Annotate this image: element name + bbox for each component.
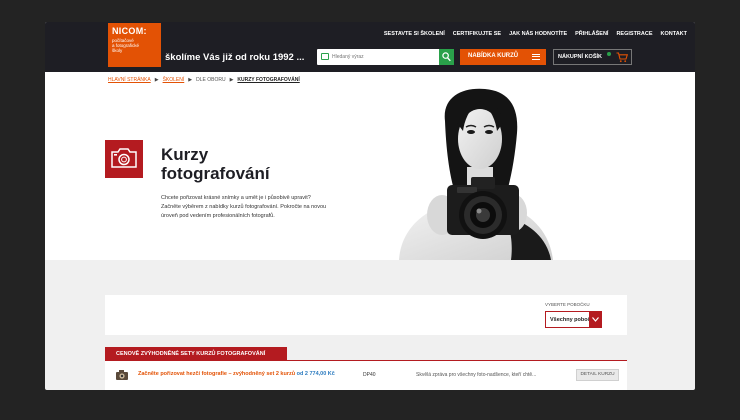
logo[interactable]: NICOM: počítačové a fotografické školy bbox=[108, 23, 161, 67]
hero-section: HLAVNÍ STRÁNKA ▶ ŠKOLENÍ ▶ DLE OBORU ▶ K… bbox=[45, 72, 695, 260]
menu-icon bbox=[532, 54, 540, 60]
logo-subtitle: počítačové a fotografické školy bbox=[112, 38, 140, 53]
cart-label: NÁKUPNÍ KOŠÍK bbox=[558, 54, 603, 60]
logo-name: NICOM: bbox=[112, 26, 147, 36]
breadcrumb-trainings[interactable]: ŠKOLENÍ bbox=[163, 77, 185, 83]
table-row: Začněte pořizovat hezčí fotografie – zvý… bbox=[105, 361, 627, 390]
document-icon bbox=[321, 53, 329, 60]
course-set-description: Skvělá zpráva pro všechny foto-nadšence,… bbox=[416, 372, 537, 378]
top-navigation: SESTAVTE SI ŠKOLENÍ CERTIFIKUJTE SE JAK … bbox=[384, 31, 687, 37]
cart-icon bbox=[616, 52, 628, 63]
course-set-title[interactable]: Začněte pořizovat hezčí fotografie – zvý… bbox=[138, 371, 335, 377]
breadcrumb-current[interactable]: KURZY FOTOGRAFOVÁNÍ bbox=[237, 77, 299, 83]
photographer-photo bbox=[399, 88, 553, 260]
search-input[interactable] bbox=[332, 51, 432, 63]
course-offer-button[interactable]: NABÍDKA KURZŮ bbox=[460, 49, 546, 65]
nav-register[interactable]: REGISTRACE bbox=[616, 31, 652, 37]
page-intro: Chcete pořizovat krásné snímky a umět je… bbox=[161, 195, 327, 219]
nav-reviews[interactable]: JAK NÁS HODNOTÍTE bbox=[509, 31, 567, 37]
nav-contact[interactable]: KONTAKT bbox=[661, 31, 687, 37]
course-detail-button[interactable]: DETAIL KURZU bbox=[576, 369, 619, 381]
search-button[interactable] bbox=[439, 49, 454, 65]
cart-badge bbox=[607, 52, 611, 56]
camera-icon bbox=[111, 148, 137, 168]
course-set-thumbnail bbox=[116, 370, 128, 380]
chevron-down-icon bbox=[592, 317, 599, 322]
breadcrumb-home[interactable]: HLAVNÍ STRÁNKA bbox=[108, 77, 151, 83]
slogan: školíme Vás již od roku 1992 ... bbox=[165, 52, 305, 63]
course-sets-tab[interactable]: CENOVĚ ZVÝHODNĚNÉ SETY KURZŮ FOTOGRAFOVÁ… bbox=[105, 347, 287, 361]
branch-select[interactable]: Všechny pobočky bbox=[545, 311, 602, 328]
branch-select-toggle[interactable] bbox=[589, 311, 602, 328]
nav-login[interactable]: PŘIHLÁŠENÍ bbox=[575, 31, 608, 37]
branch-filter-panel: VYBERTE POBOČKU Všechny pobočky bbox=[105, 295, 627, 335]
browser-viewport: NICOM: počítačové a fotografické školy š… bbox=[45, 22, 695, 390]
page-title: Kurzy fotografování bbox=[161, 145, 270, 183]
breadcrumb: HLAVNÍ STRÁNKA ▶ ŠKOLENÍ ▶ DLE OBORU ▶ K… bbox=[108, 77, 300, 83]
course-offer-label: NABÍDKA KURZŮ bbox=[468, 53, 519, 59]
nav-certify[interactable]: CERTIFIKUJTE SE bbox=[453, 31, 501, 37]
breadcrumb-arrow-icon: ▶ bbox=[188, 77, 193, 83]
branch-filter-label: VYBERTE POBOČKU bbox=[545, 302, 590, 307]
course-set-name: Začněte pořizovat hezčí fotografie – zvý… bbox=[138, 371, 296, 377]
site-header: NICOM: počítačové a fotografické školy š… bbox=[45, 22, 695, 72]
course-set-price: od 2 774,00 Kč bbox=[296, 371, 335, 377]
search-box bbox=[317, 49, 454, 65]
course-sets-tab-label: CENOVĚ ZVÝHODNĚNÉ SETY KURZŮ FOTOGRAFOVÁ… bbox=[116, 351, 266, 357]
camera-category-icon bbox=[105, 140, 143, 178]
nav-build-training[interactable]: SESTAVTE SI ŠKOLENÍ bbox=[384, 31, 445, 37]
course-set-code: DP40 bbox=[363, 372, 376, 378]
breadcrumb-arrow-icon: ▶ bbox=[154, 77, 159, 83]
search-icon bbox=[442, 52, 451, 62]
breadcrumb-by-field[interactable]: DLE OBORU bbox=[196, 77, 225, 83]
cart-button[interactable]: NÁKUPNÍ KOŠÍK bbox=[553, 49, 632, 65]
breadcrumb-arrow-icon: ▶ bbox=[229, 77, 234, 83]
